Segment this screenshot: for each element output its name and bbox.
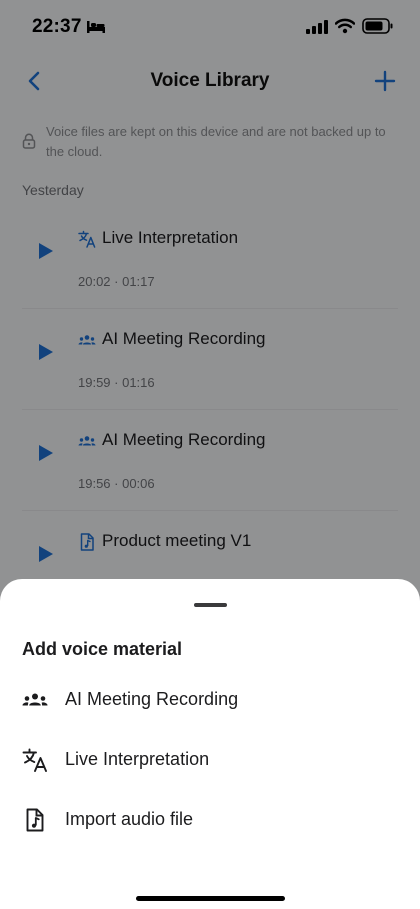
option-label: Live Interpretation <box>65 749 210 769</box>
translate-icon <box>22 748 47 772</box>
option-ai-meeting-recording[interactable]: AI Meeting Recording <box>0 672 420 728</box>
audio-file-icon <box>26 808 44 832</box>
option-import-audio-file[interactable]: Import audio file <box>0 792 420 848</box>
option-label: AI Meeting Recording <box>65 689 239 709</box>
voice-library-screen: 22:37 Voice Library Voice files are kept… <box>0 0 420 909</box>
sheet-grabber[interactable] <box>194 603 227 607</box>
sheet-title: Add voice material <box>22 639 183 659</box>
add-voice-material-sheet: Add voice material AI Meeting Recording … <box>0 579 420 909</box>
option-live-interpretation[interactable]: Live Interpretation <box>0 732 420 788</box>
option-label: Import audio file <box>65 809 194 829</box>
home-indicator[interactable] <box>136 896 285 901</box>
people-icon <box>22 693 48 706</box>
